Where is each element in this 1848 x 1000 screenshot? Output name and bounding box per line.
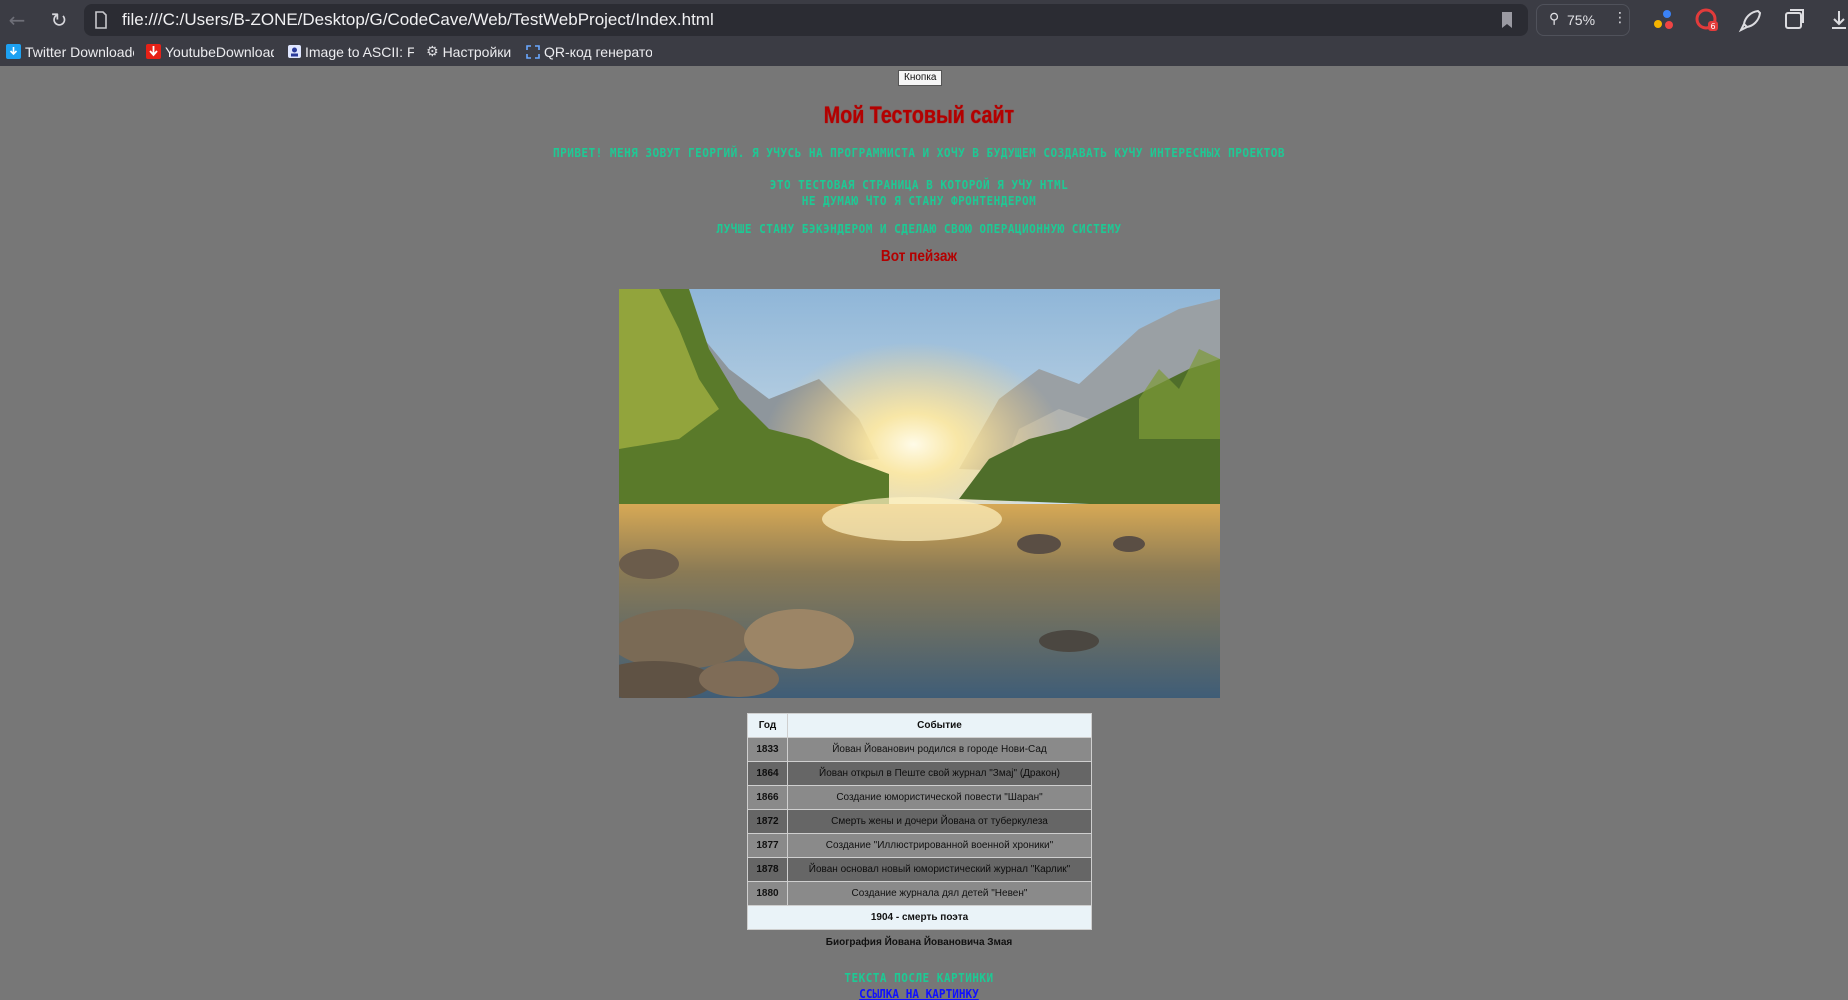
table-footer-row: 1904 - смерть поэта	[747, 905, 1092, 930]
download-icon[interactable]	[1826, 7, 1848, 33]
table-row: 1880 Создание журнала дял детей "Невен"	[747, 881, 1092, 906]
header-event: Событие	[787, 713, 1092, 738]
bookmark-twitter-downloader[interactable]: Twitter Downloade	[6, 40, 134, 66]
browser-toolbar: ← ↻ file:///C:/Users/B-ZONE/Desktop/G/Co…	[0, 0, 1848, 40]
cell-year: 1880	[747, 881, 788, 906]
cell-event: Йован Йованович родился в городе Нови-Са…	[787, 737, 1092, 762]
rocket-icon[interactable]	[1738, 7, 1764, 33]
file-icon	[95, 11, 107, 29]
landscape-photo	[619, 289, 1220, 698]
adblock-icon[interactable]: 6	[1694, 7, 1720, 33]
bookmark-settings[interactable]: ⚙ Настройки	[426, 40, 528, 66]
table-row: 1878 Йован основал новый юмористический …	[747, 857, 1092, 882]
ascii-icon	[288, 45, 301, 59]
table-row: 1872 Смерть жены и дочери Йована от тубе…	[747, 809, 1092, 834]
magnifier-icon: ⚲	[1549, 11, 1560, 27]
page-button[interactable]: Кнопка	[898, 70, 943, 86]
cell-year: 1877	[747, 833, 788, 858]
cell-event: Создание журнала дял детей "Невен"	[787, 881, 1092, 906]
landscape-heading: Вот пейзаж	[880, 248, 958, 265]
cell-year: 1833	[747, 737, 788, 762]
cell-event: Йован открыл в Пеште свой журнал "Змај" …	[787, 761, 1092, 786]
svg-text:6: 6	[1710, 22, 1715, 31]
reload-icon[interactable]: ↻	[44, 6, 74, 34]
zoom-level: 75%	[1567, 12, 1596, 28]
table-row: 1866 Создание юмористической повести "Ша…	[747, 785, 1092, 810]
intro-text: Привет! Меня зовут Георгий. Я учусь на п…	[552, 146, 1285, 160]
cell-year: 1878	[747, 857, 788, 882]
frontend-text: Не думаю что я стану фронтендером	[801, 194, 1037, 208]
web-page: Кнопка Мой Тестовый сайт Привет! Меня зо…	[0, 66, 1848, 1000]
gear-icon: ⚙	[426, 43, 439, 60]
more-vertical-icon[interactable]: ⋮	[1613, 10, 1627, 26]
cell-event: Создание юмористической повести "Шаран"	[787, 785, 1092, 810]
address-bar[interactable]: file:///C:/Users/B-ZONE/Desktop/G/CodeCa…	[84, 4, 1528, 36]
bookmark-image-to-ascii[interactable]: Image to ASCII: Fr	[288, 40, 414, 66]
cell-year: 1864	[747, 761, 788, 786]
bookmark-youtube-downloader[interactable]: YoutubeDownloade	[146, 40, 274, 66]
site-title: Мой Тестовый сайт	[823, 102, 1015, 129]
backend-text: Лучше стану бэкэндером и сделаю свою опе…	[716, 222, 1122, 236]
html-text: Это тестовая страница в которой я учу ht…	[769, 178, 1069, 192]
bookmarks-bar: Twitter Downloade YoutubeDownloade Image…	[0, 40, 1848, 66]
collections-icon[interactable]	[1782, 7, 1808, 33]
zoom-indicator[interactable]: ⚲ 75% ⋮	[1536, 4, 1630, 36]
table-row: 1877 Создание "Иллюстрированной военной …	[747, 833, 1092, 858]
extensions-dots-icon[interactable]	[1650, 7, 1676, 33]
table-row: 1864 Йован открыл в Пеште свой журнал "З…	[747, 761, 1092, 786]
table-row: 1833 Йован Йованович родился в городе Но…	[747, 737, 1092, 762]
cell-event: Создание "Иллюстрированной военной хрони…	[787, 833, 1092, 858]
qr-code-icon	[526, 44, 540, 59]
address-text[interactable]: file:///C:/Users/B-ZONE/Desktop/G/CodeCa…	[122, 4, 714, 36]
twitter-download-icon	[6, 44, 21, 60]
cell-event: Йован основал новый юмористический журна…	[787, 857, 1092, 882]
youtube-download-icon	[146, 44, 161, 60]
header-year: Год	[747, 713, 788, 738]
bookmark-icon[interactable]	[1500, 11, 1514, 29]
cell-year: 1866	[747, 785, 788, 810]
table-footer: 1904 - смерть поэта	[747, 905, 1092, 930]
after-image-text: Текста после картинки	[844, 971, 994, 985]
bookmark-qr-generator[interactable]: QR-код генератор	[526, 40, 652, 66]
image-link[interactable]: Ссылка на картинку	[74, 987, 1765, 1000]
cell-event: Смерть жены и дочери Йована от туберкуле…	[787, 809, 1092, 834]
cell-year: 1872	[747, 809, 788, 834]
back-arrow-icon[interactable]: ←	[2, 6, 32, 34]
events-table: Год Событие 1833 Йован Йованович родился…	[747, 713, 1092, 930]
table-caption: Биография Йована Йовановича Змая	[825, 937, 1013, 948]
table-header-row: Год Событие	[747, 713, 1092, 738]
